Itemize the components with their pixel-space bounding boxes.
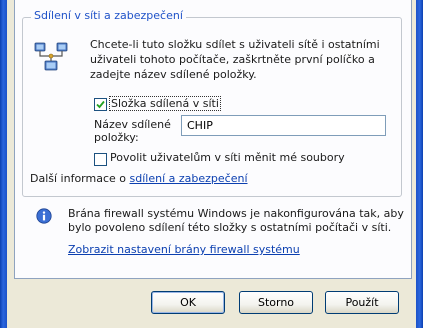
window-frame-left (0, 0, 7, 328)
group-title: Sdílení v síti a zabezpečení (31, 9, 186, 22)
share-name-input[interactable] (181, 115, 386, 136)
cancel-button[interactable]: Storno (239, 291, 313, 314)
allow-network-changes-checkbox[interactable] (94, 153, 107, 166)
share-folder-checkbox[interactable] (94, 98, 107, 111)
firewall-link-line: Zobrazit nastavení brány firewall systém… (68, 243, 300, 256)
info-icon (36, 208, 52, 224)
allow-network-changes-label[interactable]: Povolit uživatelům v síti měnit mé soubo… (110, 151, 345, 164)
share-name-label: Název sdílené položky: (94, 118, 171, 144)
shared-folder-network-icon (33, 40, 69, 74)
more-info-line: Další informace o sdílení a zabezpečení (30, 172, 248, 185)
window-frame-right (416, 0, 423, 328)
ok-button[interactable]: OK (151, 291, 225, 314)
sharing-security-link[interactable]: sdílení a zabezpečení (130, 172, 248, 185)
sharing-instructions: Chcete-li tuto složku sdílet s uživateli… (90, 38, 380, 81)
more-info-prefix: Další informace o (30, 172, 127, 185)
apply-button[interactable]: Použít (325, 291, 399, 314)
firewall-settings-link[interactable]: Zobrazit nastavení brány firewall systém… (68, 243, 300, 256)
share-folder-label[interactable]: Složka sdílená v síti (109, 96, 221, 111)
firewall-message: Brána firewall systému Windows je nakonf… (68, 207, 404, 234)
